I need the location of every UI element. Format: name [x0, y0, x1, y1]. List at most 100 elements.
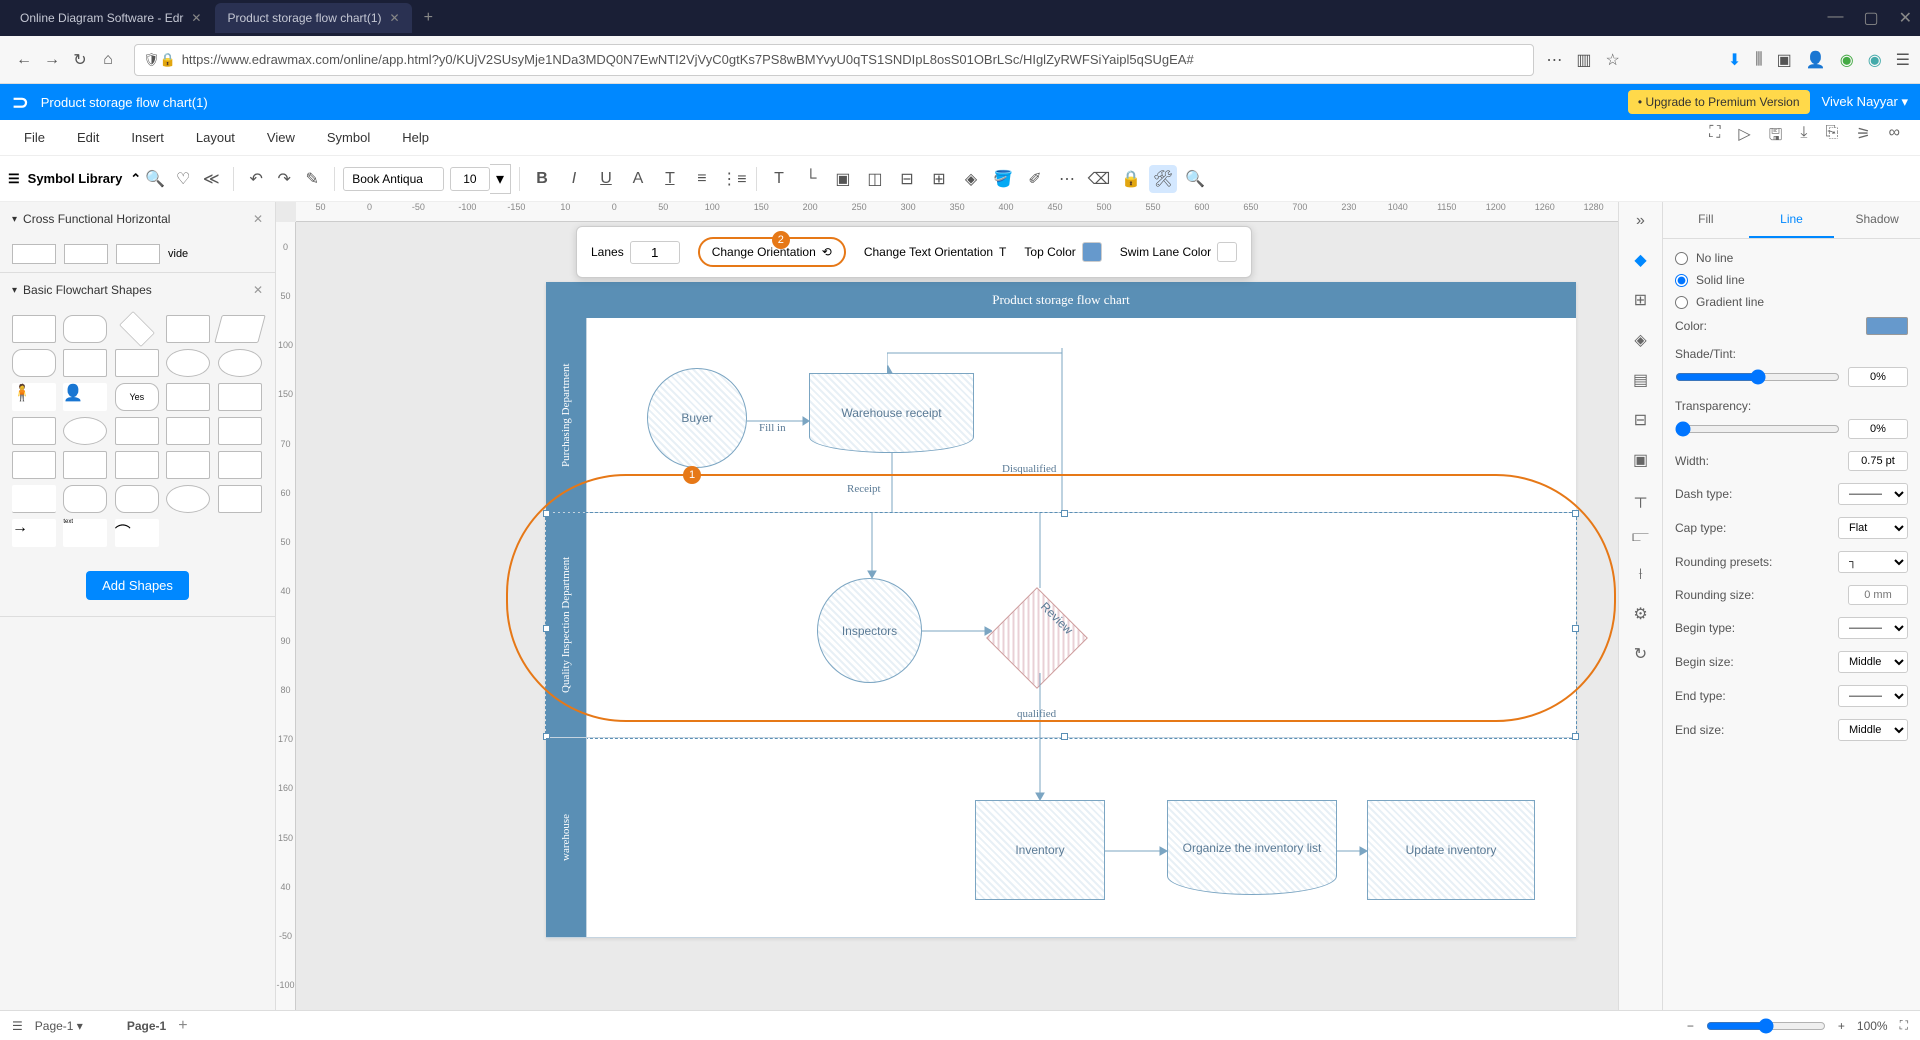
shape-thumb[interactable] — [12, 244, 56, 264]
note-button[interactable]: ◫ — [861, 165, 889, 193]
add-page-button[interactable]: + — [178, 1017, 187, 1035]
tab-line[interactable]: Line — [1749, 202, 1835, 238]
top-color-control[interactable]: Top Color — [1024, 242, 1101, 262]
shape-thumb[interactable] — [166, 315, 210, 343]
align-objects-button[interactable]: ⊟ — [893, 165, 921, 193]
cap-select[interactable]: Flat — [1838, 517, 1908, 539]
heart-icon[interactable]: ♡ — [169, 165, 197, 193]
transparency-slider[interactable] — [1675, 421, 1840, 437]
extension-icon[interactable]: ◉ — [1868, 50, 1882, 70]
textbox-button[interactable]: T — [765, 165, 793, 193]
shape-thumb[interactable]: text — [63, 519, 107, 547]
shape-thumb[interactable]: 👤 — [63, 383, 107, 411]
shape-thumb[interactable] — [63, 485, 107, 513]
lane-content[interactable]: Inventory Organize the inventory list Up… — [586, 738, 1576, 938]
selection-handle[interactable] — [543, 510, 550, 517]
link-icon[interactable]: ∞ — [1889, 124, 1900, 151]
shape-thumb[interactable] — [218, 417, 262, 445]
shape-thumb[interactable] — [214, 315, 266, 343]
library-icon[interactable]: ⫼ — [1755, 51, 1762, 69]
tools-button[interactable]: 🛠 — [1149, 165, 1177, 193]
focus-icon[interactable]: ⛶ — [1709, 124, 1720, 151]
shape-thumb[interactable] — [115, 451, 159, 479]
zoom-slider[interactable] — [1706, 1018, 1826, 1034]
shape-inventory[interactable]: Inventory — [975, 800, 1105, 900]
minimize-icon[interactable]: — — [1827, 8, 1843, 28]
play-icon[interactable]: ▷ — [1738, 124, 1750, 151]
group-button[interactable]: ◈ — [957, 165, 985, 193]
maximize-icon[interactable]: ▢ — [1863, 8, 1878, 28]
radio-gradient-line[interactable]: Gradient line — [1675, 295, 1908, 309]
data-icon[interactable]: ⊟ — [1634, 410, 1647, 430]
shape-thumb[interactable] — [166, 485, 210, 513]
font-select[interactable]: Book Antiqua — [343, 167, 444, 191]
forward-button[interactable]: → — [38, 46, 66, 74]
add-shapes-button[interactable]: Add Shapes — [86, 571, 189, 600]
close-icon[interactable]: ✕ — [191, 11, 201, 25]
container-button[interactable]: ▣ — [829, 165, 857, 193]
italic-button[interactable]: I — [560, 165, 588, 193]
back-button[interactable]: ← — [10, 46, 38, 74]
distribute-button[interactable]: ⊞ — [925, 165, 953, 193]
menu-symbol[interactable]: Symbol — [311, 130, 386, 145]
zoom-in-button[interactable]: + — [1838, 1019, 1845, 1033]
download-icon[interactable]: ⤓ — [1800, 124, 1807, 151]
shape-thumb[interactable] — [63, 315, 107, 343]
shape-thumb[interactable] — [116, 244, 160, 264]
transparency-input[interactable] — [1848, 419, 1908, 439]
extension-icon[interactable]: ◉ — [1840, 50, 1854, 70]
page-dropdown[interactable]: Page-1 ▾ — [23, 1015, 95, 1037]
user-menu[interactable]: Vivek Nayyar ▾ — [1822, 94, 1908, 110]
star-icon[interactable]: ☆ — [1606, 50, 1620, 70]
shape-thumb[interactable] — [218, 349, 262, 377]
tab-shadow[interactable]: Shadow — [1834, 202, 1920, 238]
shape-thumb[interactable] — [166, 451, 210, 479]
tab-fill[interactable]: Fill — [1663, 202, 1749, 238]
tree-icon[interactable]: ┬ — [1635, 490, 1646, 508]
shape-thumb[interactable]: Yes — [115, 383, 159, 411]
shape-thumb[interactable]: ⌒ — [115, 519, 159, 547]
selection-handle[interactable] — [1572, 625, 1579, 632]
symbol-library-toggle[interactable]: ☰ Symbol Library ⌃ — [8, 171, 141, 187]
lane-purchasing[interactable]: Purchasing Department Buyer Fill in Ware… — [546, 318, 1576, 513]
download-icon[interactable]: ⬇ — [1728, 50, 1741, 70]
fill-icon[interactable]: ◆ — [1634, 250, 1646, 270]
lane-content[interactable]: Buyer Fill in Warehouse receipt Receipt … — [586, 318, 1576, 518]
radio-no-line[interactable]: No line — [1675, 251, 1908, 265]
zoom-out-button[interactable]: − — [1687, 1019, 1694, 1033]
close-icon[interactable]: ✕ — [253, 283, 263, 297]
fill-button[interactable]: 🪣 — [989, 165, 1017, 193]
font-color-button[interactable]: A — [624, 165, 652, 193]
collapse-icon[interactable]: ≪ — [197, 165, 225, 193]
redo-button[interactable]: ↷ — [270, 165, 298, 193]
undo-button[interactable]: ↶ — [242, 165, 270, 193]
change-text-orientation-button[interactable]: Change Text Orientation T — [864, 245, 1007, 259]
menu-dots-icon[interactable]: ⋯ — [1546, 50, 1562, 70]
page-tab[interactable]: Page-1 — [115, 1015, 178, 1037]
account-icon[interactable]: 👤 — [1806, 50, 1826, 70]
eraser-button[interactable]: ⌫ — [1085, 165, 1113, 193]
history-icon[interactable]: ↻ — [1634, 644, 1647, 664]
shape-thumb[interactable] — [115, 417, 159, 445]
grid-icon[interactable]: ⊞ — [1634, 290, 1647, 310]
shape-thumb[interactable] — [12, 417, 56, 445]
bold-button[interactable]: B — [528, 165, 556, 193]
lane-label[interactable]: Quality Inspection Department — [546, 513, 586, 737]
page-icon[interactable]: ▤ — [1633, 370, 1648, 390]
lane-warehouse[interactable]: warehouse Inventory Organize the invento… — [546, 738, 1576, 938]
lane-label[interactable]: Purchasing Department — [546, 318, 586, 512]
shape-thumb[interactable] — [218, 383, 262, 411]
shape-thumb[interactable]: 🧍 — [12, 383, 56, 411]
selection-handle[interactable] — [1572, 510, 1579, 517]
shape-buyer[interactable]: Buyer — [647, 368, 747, 468]
connector-button[interactable]: └ — [797, 165, 825, 193]
expand-icon[interactable]: » — [1636, 212, 1645, 230]
new-tab-button[interactable]: + — [414, 9, 443, 27]
upgrade-button[interactable]: • Upgrade to Premium Version — [1628, 90, 1810, 114]
lane-quality[interactable]: Quality Inspection Department Inspectors… — [546, 513, 1576, 738]
line-style-button[interactable]: ⋯ — [1053, 165, 1081, 193]
change-orientation-button[interactable]: 2 Change Orientation ⟲ — [698, 237, 846, 267]
chart-icon[interactable]: ⫍ — [1632, 528, 1649, 546]
sidebar-header[interactable]: ▾ Cross Functional Horizontal ✕ — [0, 202, 275, 236]
shape-update[interactable]: Update inventory — [1367, 800, 1535, 900]
